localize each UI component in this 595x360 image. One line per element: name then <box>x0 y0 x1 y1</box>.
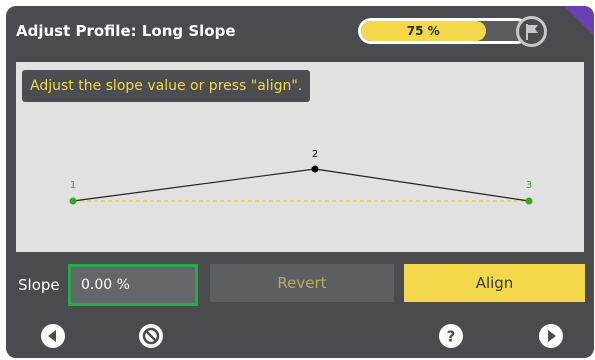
profile-line <box>72 168 530 202</box>
svg-text:?: ? <box>447 328 456 346</box>
slope-input[interactable] <box>68 264 198 306</box>
cancel-icon[interactable] <box>138 323 164 349</box>
slope-label: Slope <box>18 276 60 294</box>
profile-point-3[interactable] <box>525 197 533 205</box>
help-icon[interactable]: ? <box>438 323 464 349</box>
profile-point-1[interactable] <box>69 197 77 205</box>
next-arrow-icon[interactable] <box>538 323 564 349</box>
point-label-1: 1 <box>70 180 76 191</box>
revert-button[interactable]: Revert <box>210 264 394 302</box>
progress-track: 75 % <box>361 21 527 41</box>
progress-label: 75 % <box>406 24 440 38</box>
instruction-hint: Adjust the slope value or press "align". <box>22 70 311 102</box>
profile-screen: Adjust Profile: Long Slope 75 % 1 2 3 Ad… <box>6 6 594 358</box>
profile-point-2[interactable] <box>311 165 319 173</box>
corner-marker <box>564 6 594 36</box>
progress-bar: 75 % <box>358 18 530 44</box>
page-title: Adjust Profile: Long Slope <box>16 22 236 40</box>
point-label-2: 2 <box>312 149 318 160</box>
point-label-3: 3 <box>526 180 532 191</box>
back-arrow-icon[interactable] <box>40 323 66 349</box>
flag-button[interactable] <box>516 16 547 47</box>
flag-icon <box>525 23 538 40</box>
align-button[interactable]: Align <box>404 264 585 302</box>
profile-canvas: 1 2 3 Adjust the slope value or press "a… <box>16 62 584 252</box>
